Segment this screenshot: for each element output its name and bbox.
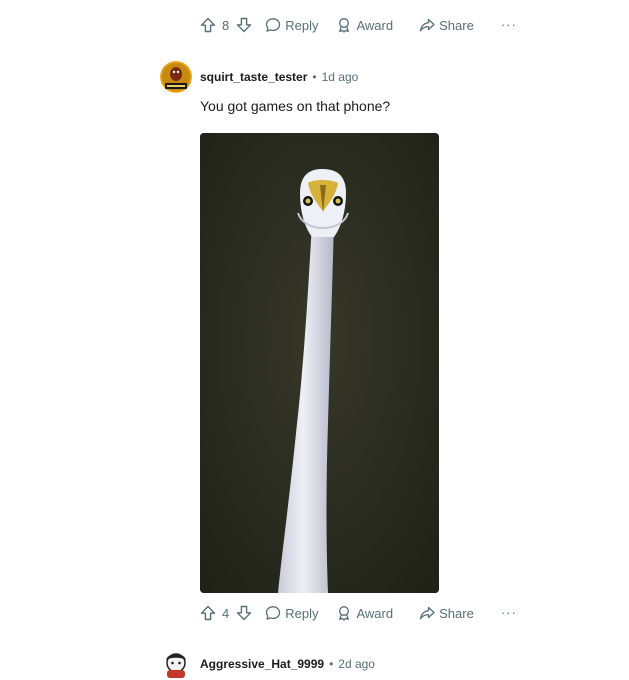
comment-text: You got games on that phone? (200, 98, 391, 114)
share-button[interactable]: Share (419, 605, 474, 621)
award-label: Award (356, 605, 394, 621)
downvote-icon[interactable] (236, 17, 252, 33)
reply-icon (266, 606, 281, 620)
comment-username[interactable]: Aggressive_Hat_9999 (200, 657, 324, 671)
award-button[interactable]: Award (336, 605, 393, 621)
meta-separator: • (312, 70, 317, 84)
meta-separator: • (329, 657, 334, 671)
comment-action-bar: 4 Reply Award Share ··· (200, 601, 517, 625)
share-label: Share (439, 605, 474, 621)
award-icon (339, 18, 350, 33)
more-options-button[interactable]: ··· (501, 18, 517, 31)
share-button[interactable]: Share (419, 17, 474, 33)
reply-button[interactable]: Reply (265, 17, 318, 33)
downvote-icon[interactable] (236, 605, 252, 621)
award-label: Award (356, 17, 394, 33)
comment-header: squirt_taste_tester • 1d ago (160, 61, 358, 93)
reply-icon (266, 18, 281, 32)
comment-header: Aggressive_Hat_9999 • 2d ago (160, 648, 375, 680)
avatar[interactable] (160, 61, 192, 93)
share-icon (419, 606, 435, 620)
vote-count: 8 (222, 17, 230, 33)
comment-image[interactable] (200, 133, 439, 593)
comment-username[interactable]: squirt_taste_tester (200, 70, 307, 84)
vote-group: 4 (200, 605, 252, 621)
comment-action-bar: 8 Reply Award Share ··· (200, 13, 517, 37)
reply-button[interactable]: Reply (265, 605, 318, 621)
reply-label: Reply (285, 17, 319, 33)
more-options-button[interactable]: ··· (501, 606, 517, 619)
share-icon (419, 18, 435, 32)
vote-group: 8 (200, 17, 252, 33)
comment-timestamp[interactable]: 2d ago (338, 657, 375, 671)
avatar[interactable] (160, 648, 192, 680)
award-button[interactable]: Award (336, 17, 393, 33)
share-label: Share (439, 17, 474, 33)
bird-illustration (200, 133, 439, 593)
upvote-icon[interactable] (200, 605, 216, 621)
vote-count: 4 (222, 605, 230, 621)
reply-label: Reply (285, 605, 319, 621)
comment-timestamp[interactable]: 1d ago (322, 70, 359, 84)
upvote-icon[interactable] (200, 17, 216, 33)
award-icon (339, 606, 350, 621)
